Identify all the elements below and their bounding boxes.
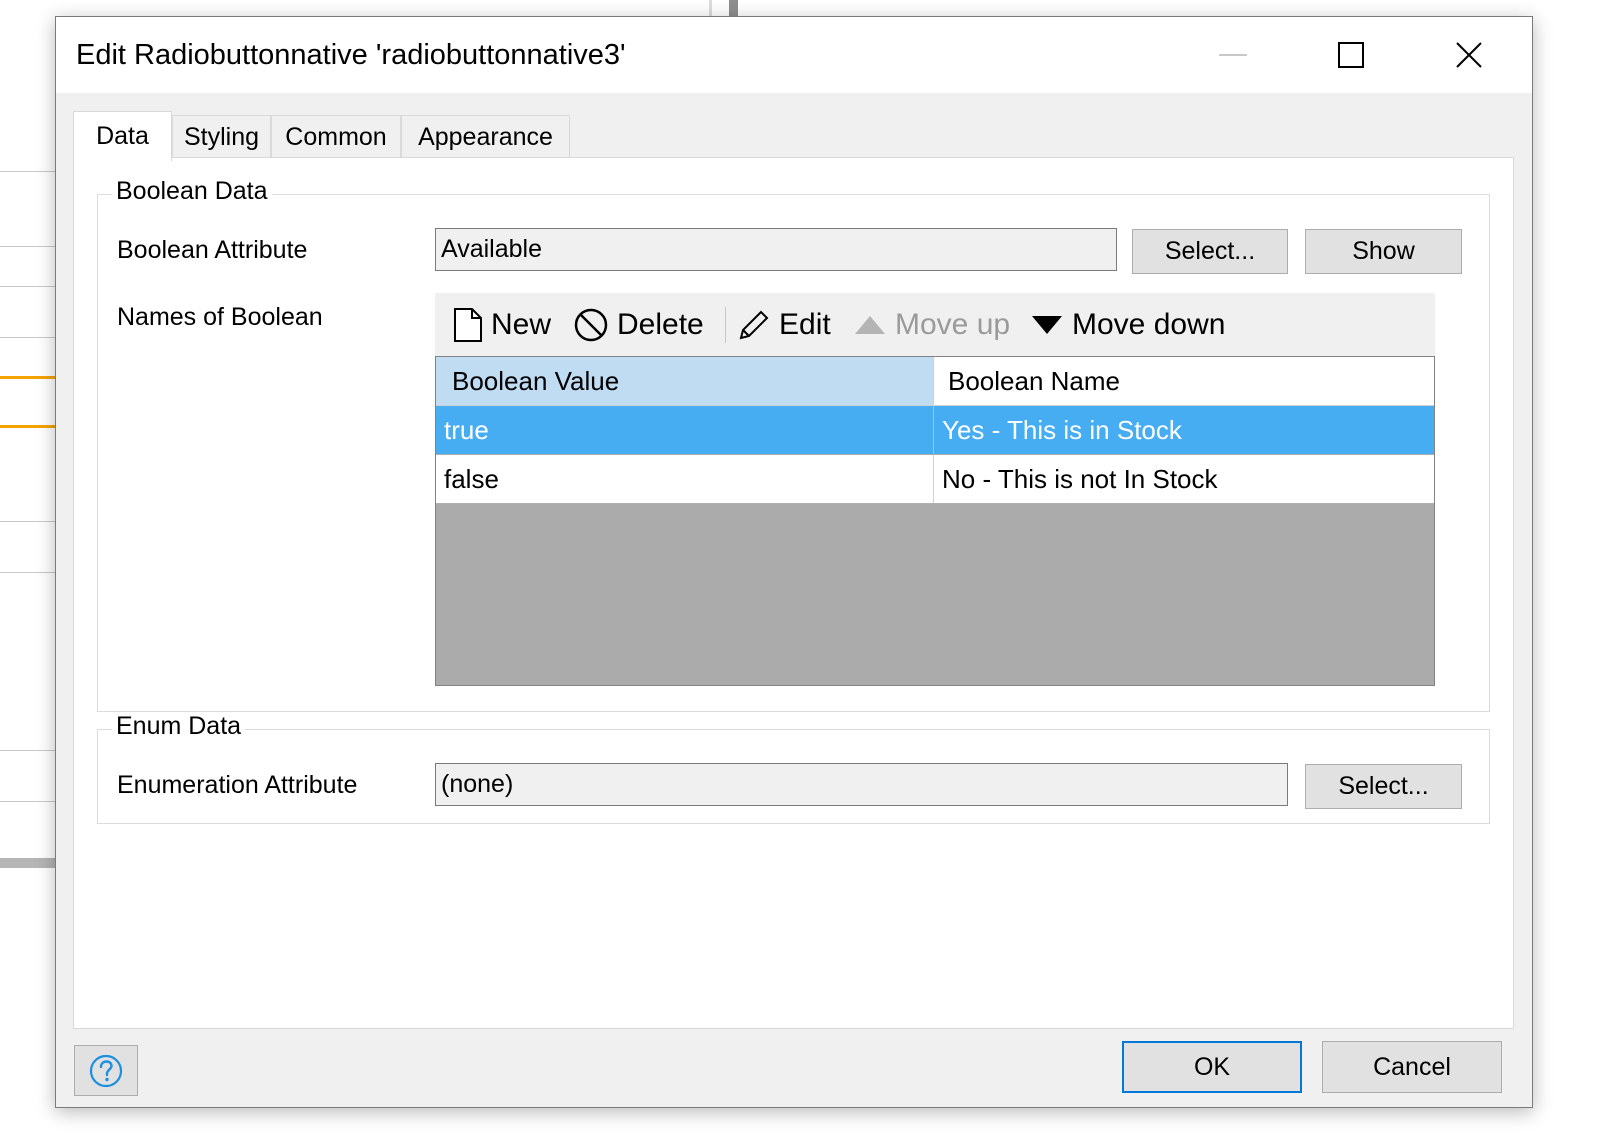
- table-row[interactable]: false No - This is not In Stock: [436, 455, 1434, 504]
- triangle-down-icon: [1032, 315, 1062, 334]
- background-line: [0, 521, 60, 522]
- edit-button[interactable]: Edit: [737, 293, 831, 356]
- move-down-label: Move down: [1072, 307, 1226, 341]
- background-line: [0, 286, 60, 287]
- move-down-button[interactable]: Move down: [1030, 293, 1225, 356]
- maximize-button[interactable]: [1292, 17, 1410, 93]
- tab-data[interactable]: Data: [73, 111, 172, 161]
- close-icon: [1456, 42, 1482, 68]
- boolean-value-cell[interactable]: false: [436, 455, 934, 503]
- move-up-button[interactable]: Move up: [853, 293, 1010, 356]
- boolean-value-cell[interactable]: true: [436, 406, 934, 454]
- edit-dialog: Edit Radiobuttonnative 'radiobuttonnativ…: [55, 16, 1533, 1108]
- delete-icon: [574, 308, 608, 341]
- enumeration-attribute-label: Enumeration Attribute: [117, 771, 358, 799]
- help-icon: [89, 1054, 123, 1087]
- background-highlight-line: [0, 425, 60, 428]
- help-button[interactable]: [74, 1045, 138, 1096]
- background-highlight-line: [0, 376, 60, 379]
- boolean-attribute-field[interactable]: Available: [435, 228, 1117, 271]
- dialog-title: Edit Radiobuttonnative 'radiobuttonnativ…: [76, 39, 626, 71]
- names-toolbar: New Delete Edit Move up Move down: [435, 293, 1435, 356]
- cancel-button[interactable]: Cancel: [1322, 1041, 1502, 1093]
- new-label: New: [491, 307, 552, 341]
- tab-styling[interactable]: Styling: [172, 115, 271, 159]
- enum-data-legend: Enum Data: [112, 712, 246, 741]
- column-header-boolean-value[interactable]: Boolean Value: [436, 357, 934, 405]
- boolean-name-cell[interactable]: Yes - This is in Stock: [934, 406, 1434, 454]
- table-header-row: Boolean Value Boolean Name: [436, 357, 1434, 406]
- new-document-icon: [454, 307, 482, 342]
- minimize-button[interactable]: [1174, 17, 1292, 93]
- background-scroll-handle: [729, 0, 738, 17]
- minimize-icon: [1219, 54, 1247, 56]
- enumeration-attribute-field[interactable]: (none): [435, 763, 1288, 806]
- boolean-data-legend: Boolean Data: [112, 177, 272, 206]
- background-line: [0, 801, 60, 802]
- maximize-icon: [1338, 42, 1364, 68]
- table-row[interactable]: true Yes - This is in Stock: [436, 406, 1434, 454]
- tab-common[interactable]: Common: [271, 115, 401, 159]
- column-header-boolean-name[interactable]: Boolean Name: [934, 357, 1434, 405]
- boolean-names-table: Boolean Value Boolean Name true Yes - Th…: [435, 356, 1435, 686]
- background-line: [0, 572, 60, 573]
- triangle-up-icon: [855, 315, 885, 334]
- toolbar-separator: [725, 307, 726, 343]
- title-bar[interactable]: Edit Radiobuttonnative 'radiobuttonnativ…: [56, 17, 1532, 93]
- names-of-boolean-label: Names of Boolean: [117, 303, 323, 331]
- background-line: [0, 246, 60, 247]
- background-scrollbar: [0, 858, 60, 868]
- background-line: [0, 750, 60, 751]
- boolean-name-cell[interactable]: No - This is not In Stock: [934, 455, 1434, 503]
- background-line: [0, 171, 60, 172]
- edit-label: Edit: [779, 307, 831, 341]
- enum-select-button[interactable]: Select...: [1305, 764, 1462, 809]
- boolean-attribute-label: Boolean Attribute: [117, 236, 308, 264]
- boolean-select-button[interactable]: Select...: [1132, 229, 1288, 274]
- background-line: [0, 337, 60, 338]
- ok-button[interactable]: OK: [1122, 1041, 1302, 1093]
- show-button[interactable]: Show: [1305, 229, 1462, 274]
- tab-appearance[interactable]: Appearance: [401, 115, 570, 159]
- move-up-label: Move up: [895, 307, 1011, 341]
- new-button[interactable]: New: [453, 293, 551, 356]
- background-divider: [709, 0, 712, 17]
- tab-content-data: Boolean Data Boolean Attribute Available…: [73, 157, 1514, 1029]
- close-button[interactable]: [1410, 17, 1528, 93]
- delete-button[interactable]: Delete: [573, 293, 704, 356]
- delete-label: Delete: [617, 307, 704, 341]
- pencil-icon: [739, 310, 769, 339]
